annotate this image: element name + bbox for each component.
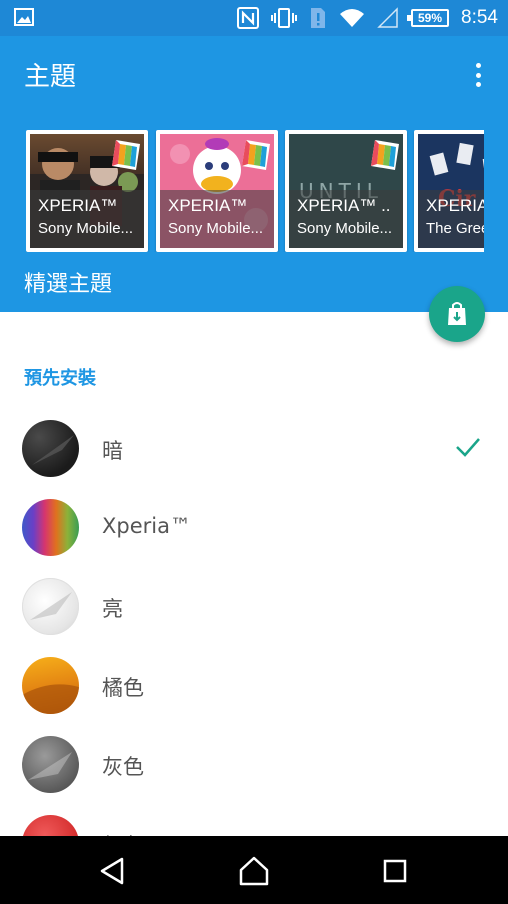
recents-icon[interactable] (378, 854, 412, 888)
clock: 8:54 (461, 7, 498, 28)
theme-label: Xperia™ (102, 514, 191, 538)
section-header-preinstalled: 預先安裝 (24, 368, 96, 389)
back-icon[interactable] (96, 854, 130, 888)
theme-item-gray[interactable]: 灰色 (0, 725, 508, 804)
vibrate-icon (271, 8, 298, 28)
card-subtitle: Sony Mobile... (38, 220, 134, 237)
app-bar: 主題 XPERIA™ Sony Mobile... XPERIA™ Sony M… (0, 36, 508, 312)
page-title: 主題 (24, 62, 77, 92)
card-subtitle: Sony Mobile... (297, 220, 393, 237)
check-icon (456, 438, 480, 457)
xperia-swatch (22, 499, 79, 556)
gray-swatch (22, 736, 79, 793)
theme-item-dark[interactable]: 暗 (0, 409, 508, 488)
theme-item-orange[interactable]: 橘色 (0, 646, 508, 725)
theme-card[interactable]: XPERIA™ Sony Mobile... (156, 130, 278, 252)
featured-title[interactable]: 精選主題 (24, 266, 112, 298)
card-caption: XPERIA™ .. Sony Mobile... (289, 190, 403, 248)
card-title: XPERIA™ (38, 196, 118, 215)
card-subtitle: The Gree (426, 220, 484, 237)
theme-label: 暗 (102, 439, 123, 463)
store-button[interactable] (429, 286, 485, 342)
home-icon[interactable] (237, 854, 271, 888)
light-swatch (22, 578, 79, 635)
sim-alert-icon (311, 8, 326, 28)
store-bag-icon (448, 302, 466, 325)
overflow-menu-icon[interactable] (466, 60, 490, 90)
card-subtitle: Sony Mobile... (168, 220, 264, 237)
theme-badge-icon (242, 140, 270, 170)
featured-carousel[interactable]: XPERIA™ Sony Mobile... XPERIA™ Sony Mobi… (26, 130, 484, 252)
card-title: XPERIA (426, 196, 484, 215)
theme-label: 亮 (102, 597, 123, 621)
card-caption: XPERIA The Gree (418, 190, 484, 248)
card-title: XPERIA™ .. (297, 196, 391, 215)
battery-percent: 59% (418, 11, 443, 25)
theme-badge-icon (112, 140, 140, 170)
theme-badge-icon (371, 140, 399, 170)
signal-icon (377, 7, 398, 28)
dark-swatch (22, 420, 79, 477)
theme-card[interactable]: Cir XPERIA The Gree (414, 130, 484, 252)
wifi-icon (340, 9, 365, 27)
card-caption: XPERIA™ Sony Mobile... (160, 190, 274, 248)
battery-icon: 59% (407, 9, 450, 27)
theme-card[interactable]: XPERIA™ Sony Mobile... (26, 130, 148, 252)
orange-swatch (22, 657, 79, 714)
card-caption: XPERIA™ Sony Mobile... (30, 190, 144, 248)
theme-label: 橘色 (102, 676, 144, 700)
card-title: XPERIA™ (168, 196, 248, 215)
theme-item-light[interactable]: 亮 (0, 567, 508, 646)
theme-label: 灰色 (102, 755, 144, 779)
navigation-bar (0, 836, 508, 904)
nfc-icon (237, 7, 260, 29)
status-bar: 59% 8:54 (0, 0, 508, 36)
theme-card[interactable]: UNTIL XPERIA™ .. Sony Mobile... (285, 130, 407, 252)
image-icon (14, 8, 34, 26)
theme-item-xperia[interactable]: Xperia™ (0, 488, 508, 567)
